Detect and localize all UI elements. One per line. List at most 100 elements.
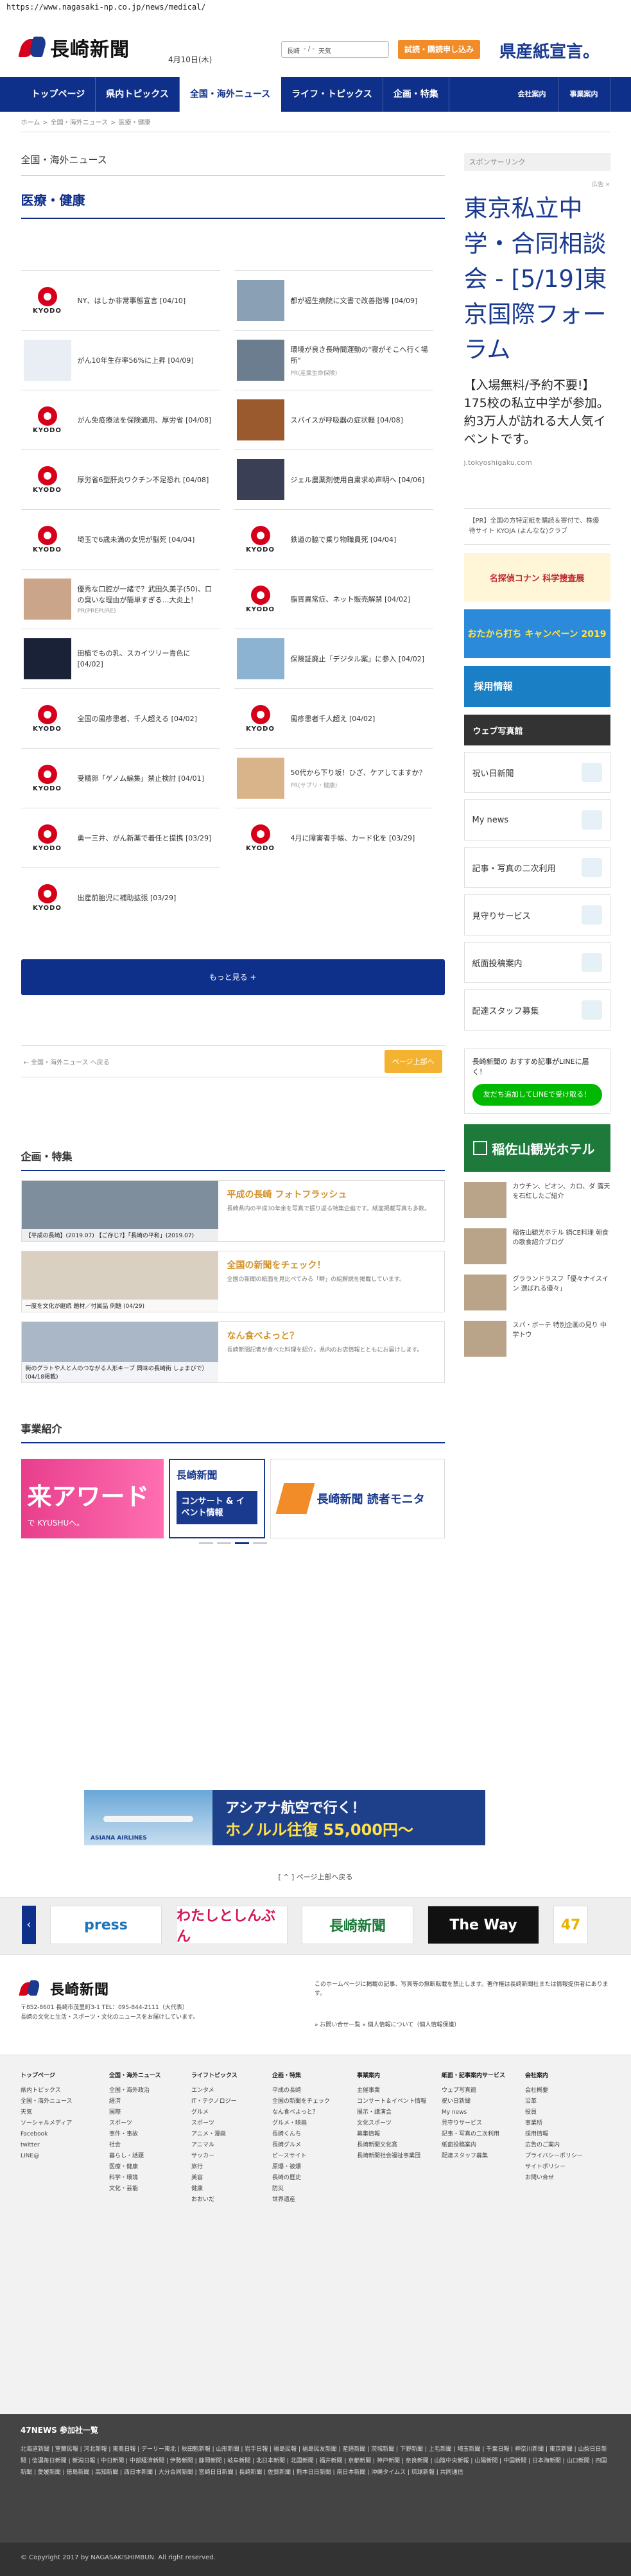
sidebar-service-0[interactable]: 祝い日新聞 [463, 752, 610, 793]
sitemap-heading[interactable]: ライフトピックス [191, 2071, 238, 2082]
sitemap-link[interactable]: 見守りサービス [442, 2118, 505, 2129]
sitemap-link[interactable]: 記事・写真の二次利用 [442, 2129, 505, 2140]
sitemap-link[interactable]: グルメ・映画 [272, 2118, 330, 2129]
sitemap-link[interactable]: 全国・海外政治 [109, 2085, 161, 2096]
slider-dot-active[interactable] [234, 1542, 249, 1544]
sitemap-link[interactable]: 暮らし・話題 [109, 2151, 161, 2162]
sitemap-link[interactable]: スポーツ [191, 2118, 238, 2129]
footer-logo[interactable]: 長崎新聞 [19, 1978, 109, 1999]
sitemap-link[interactable]: 長崎グルメ [272, 2140, 330, 2151]
sitemap-link[interactable]: 主催事業 [357, 2085, 426, 2096]
weather-widget[interactable]: 長崎 - / - 天気 [281, 41, 389, 58]
sidebar-service-4[interactable]: 紙面投稿案内 [463, 942, 610, 983]
sidebar-service-1[interactable]: My news [463, 799, 610, 840]
sitemap-link[interactable]: 役員 [525, 2107, 583, 2118]
news-list-item[interactable]: 保険証廃止「デジタル案」に参入 [04/02] [234, 629, 433, 688]
sitemap-link[interactable]: アニマル [191, 2140, 238, 2151]
slider-dot[interactable] [252, 1542, 267, 1544]
sitemap-link[interactable]: 採用情報 [525, 2129, 583, 2140]
nav-right-item-0[interactable]: 会社案内 [506, 77, 558, 112]
sitemap-link[interactable]: アニメ・漫画 [191, 2129, 238, 2140]
news-list-item[interactable]: KYODO 勇一三井、がん新薬で着任と提携 [03/29] [21, 808, 220, 867]
hotel-item[interactable]: スパ・ボーテ 特別企画の見り 中学トウ [463, 1321, 610, 1357]
sitemap-link[interactable]: プライバシーポリシー [525, 2151, 583, 2162]
news-list-item[interactable]: KYODO 全国の風疹患者、千人超える [04/02] [21, 688, 220, 748]
sitemap-link[interactable]: 旅行 [191, 2162, 238, 2173]
partner-logo[interactable]: わたしとしんぶん [176, 1906, 288, 1945]
sitemap-link[interactable]: IT・テクノロジー [191, 2096, 238, 2107]
slider-dots[interactable] [21, 1542, 445, 1544]
business-slide-award[interactable]: 来アワード で KYUSHUへ。 [21, 1459, 164, 1538]
partner-logo[interactable]: 47 [553, 1906, 588, 1944]
sitemap-link[interactable]: 祝い日新聞 [442, 2096, 505, 2107]
sitemap-link[interactable]: 募集情報 [357, 2129, 426, 2140]
sitemap-link[interactable]: なん食べよっと？ [272, 2107, 330, 2118]
sitemap-link[interactable]: 美容 [191, 2173, 238, 2184]
web-photo-banner[interactable]: ウェブ写真館 [463, 715, 610, 745]
sitemap-link[interactable]: 健康 [191, 2184, 238, 2195]
news-list-item[interactable]: KYODO 埼玉で6歳未満の女児が脳死 [04/04] [21, 509, 220, 569]
ad-headline[interactable]: 東京私立中学・合同相談会 - [5/19]東京国際フォーラム [464, 191, 610, 367]
breadcrumb-item[interactable]: 全国・海外ニュース [51, 119, 108, 126]
news-list-item[interactable]: KYODO 鉄道の脇で乗り物職員死 [04/04] [234, 509, 433, 569]
breadcrumb-item[interactable]: ホーム [21, 119, 40, 126]
sitemap-link[interactable]: コンサート＆イベント情報 [357, 2096, 426, 2107]
sitemap-link[interactable]: 全国の新聞をチェック [272, 2096, 330, 2107]
news-list-item[interactable]: 50代から下り坂！ひざ、ケアしてますか？ PR(サプリ・健康) [234, 748, 433, 808]
sitemap-link[interactable]: 文化・芸能 [109, 2184, 161, 2195]
footer-links[interactable]: » お問い合せ一覧 » 個人情報について（個人情報保護） [315, 2020, 460, 2028]
sitemap-link[interactable]: 県内トピックス [21, 2085, 73, 2096]
sitemap-link[interactable]: 経済 [109, 2096, 161, 2107]
news-list-item[interactable]: KYODO 風疹患者千人超え [04/02] [234, 688, 433, 748]
feature-row[interactable]: 【平成の長崎】(2019.07) 【ご存じ?】「長崎の平和」(2019.07) 平… [21, 1180, 445, 1242]
ad-close-button[interactable]: 広告 × [464, 180, 610, 188]
conan-banner[interactable]: 名探偵コナン 科学捜査展 [463, 553, 610, 602]
site-logo[interactable]: 長崎新聞 [18, 33, 130, 62]
sitemap-link[interactable]: 長崎新聞社会福祉事業団 [357, 2151, 426, 2162]
sitemap-link[interactable]: グルメ [191, 2107, 238, 2118]
sitemap-link[interactable]: LINE@ [21, 2151, 73, 2162]
sitemap-link[interactable]: 沿革 [525, 2096, 583, 2107]
sidebar-service-5[interactable]: 配達スタッフ募集 [463, 989, 610, 1031]
sidebar-service-2[interactable]: 記事・写真の二次利用 [463, 847, 610, 888]
sitemap-link[interactable]: エンタメ [191, 2085, 238, 2096]
sitemap-link[interactable]: My news [442, 2107, 505, 2118]
sitemap-link[interactable]: お問い合せ [525, 2173, 583, 2184]
sitemap-heading[interactable]: トップページ [21, 2071, 73, 2082]
news-list-item[interactable]: 田植でもの乳、スカイツリー青色に [04/02] [21, 629, 220, 688]
partner-logo[interactable]: The Way [428, 1906, 539, 1944]
sitemap-link[interactable]: 長崎新聞文化賞 [357, 2140, 426, 2151]
sitemap-heading[interactable]: 事業案内 [357, 2071, 426, 2082]
news-list-item[interactable]: KYODO 脂質異常症、ネット販売解禁 [04/02] [234, 569, 433, 629]
sitemap-link[interactable]: 文化スポーツ [357, 2118, 426, 2129]
sitemap-link[interactable]: 広告のご案内 [525, 2140, 583, 2151]
news-list-item[interactable]: スパイスが呼吸器の症状軽 [04/08] [234, 390, 433, 449]
ad-url[interactable]: j.tokyoshigaku.com [464, 458, 610, 467]
sitemap-link[interactable]: ピースサイト [272, 2151, 330, 2162]
hotel-item[interactable]: 稲佐山観光ホテル 鍋CE料理 朝食の歌食紹介ブログ [463, 1228, 610, 1264]
business-slider[interactable]: 来アワード で KYUSHUへ。 長崎新聞 コンサート & イベント情報 長崎新… [21, 1459, 445, 1538]
more-button[interactable]: もっと見る + [21, 959, 445, 995]
news-list-item[interactable]: 優秀な口腔が一緒で？武田久美子(50)、口の臭いな理由が簡単すぎる…大炎上！ PR… [21, 569, 220, 629]
news-list-item[interactable]: 都が福生病院に文書で改善指導 [04/09] [234, 270, 433, 330]
sidebar-service-3[interactable]: 見守りサービス [463, 894, 610, 936]
news-list-item[interactable]: KYODO 4月に障害者手帳、カード化を [03/29] [234, 808, 433, 867]
slider-dot[interactable] [198, 1542, 213, 1544]
sitemap-link[interactable]: 展示・講演会 [357, 2107, 426, 2118]
nav-item-3[interactable]: ライフ・トピックス [281, 77, 383, 112]
news-list-item[interactable]: がん10年生存率56%に上昇 [04/09] [21, 330, 220, 390]
page-top-link[interactable]: [ ^ ] ページ上部へ戻る [0, 1872, 631, 1882]
sitemap-link[interactable]: 世界遺産 [272, 2195, 330, 2206]
airline-ad-banner[interactable]: ASIANA AIRLINES アシアナ航空で行く！ ホノルル往復 55,000… [84, 1790, 485, 1845]
business-slide-monitor[interactable]: 長崎新聞 読者モニタ [270, 1459, 445, 1538]
news-list-item[interactable]: KYODO 出産前胎児に補助拡張 [03/29] [21, 867, 220, 927]
slider-dot[interactable] [216, 1542, 231, 1544]
nav-item-1[interactable]: 県内トピックス [96, 77, 180, 112]
sitemap-link[interactable]: 長崎の歴史 [272, 2173, 330, 2184]
sitemap-link[interactable]: Facebook [21, 2129, 73, 2140]
sitemap-link[interactable]: 防災 [272, 2184, 330, 2195]
sitemap-link[interactable]: ソーシャルメディア [21, 2118, 73, 2129]
sitemap-link[interactable]: 天気 [21, 2107, 73, 2118]
nav-item-4[interactable]: 企画・特集 [383, 77, 449, 112]
sitemap-heading[interactable]: 全国・海外ニュース [109, 2071, 161, 2082]
